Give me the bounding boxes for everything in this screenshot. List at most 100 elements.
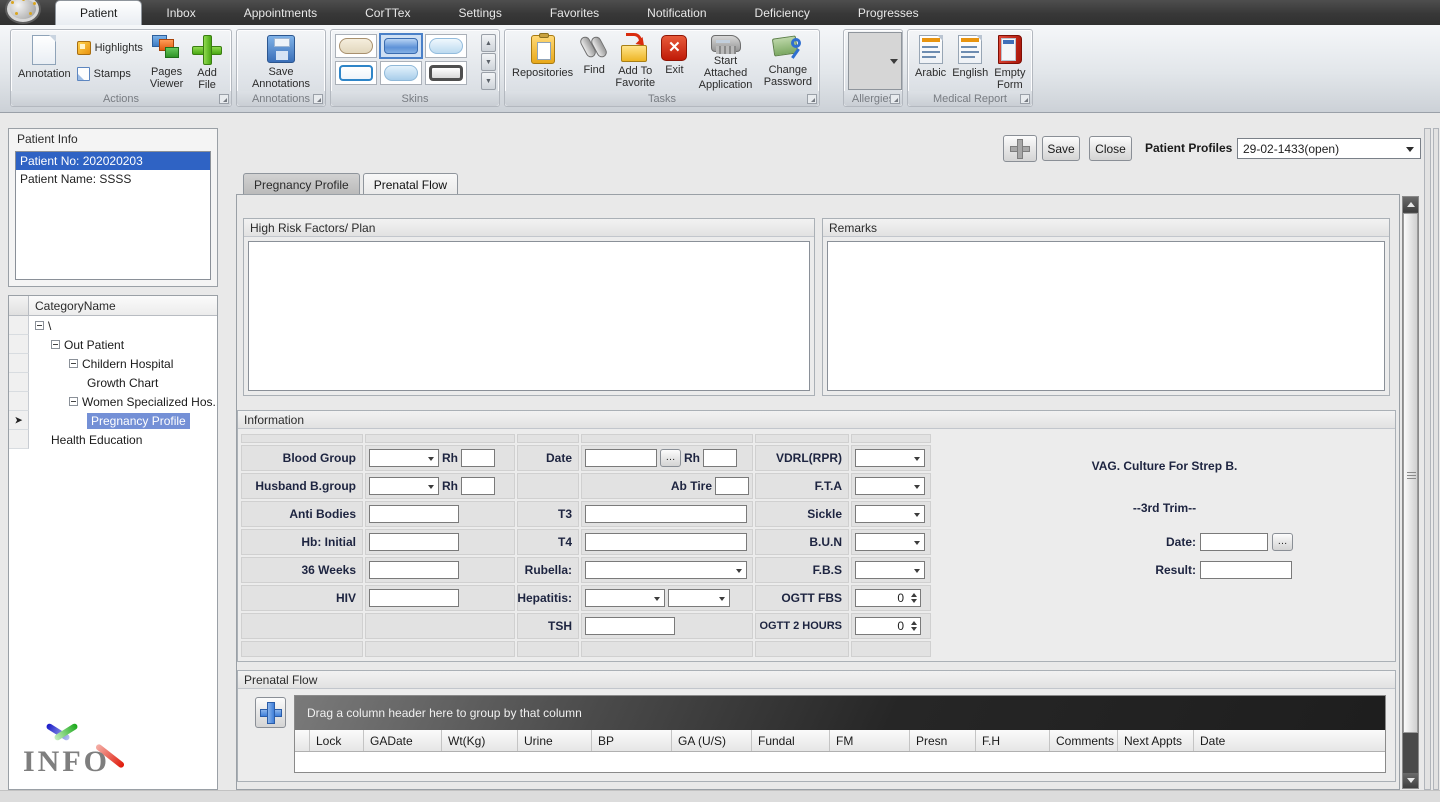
empty-form-button[interactable]: Empty Form	[991, 33, 1028, 93]
tab-patient[interactable]: Patient	[55, 0, 142, 25]
collapse-icon[interactable]	[51, 340, 60, 349]
hiv-input[interactable]	[369, 589, 459, 607]
medical-report-dialog-launcher[interactable]	[1020, 94, 1030, 104]
column-next-appts[interactable]: Next Appts	[1118, 730, 1194, 751]
hepatitis-select-1[interactable]	[585, 589, 665, 607]
spin-down-icon[interactable]	[911, 599, 917, 603]
tree-item-health-education[interactable]: Health Education	[29, 430, 217, 449]
allergies-dropdown[interactable]	[848, 32, 902, 90]
date-input[interactable]	[585, 449, 657, 467]
tree-item-growth-chart[interactable]: Growth Chart	[29, 373, 217, 392]
patient-name-row[interactable]: Patient Name: SSSS	[16, 170, 210, 188]
column-wtkg[interactable]: Wt(Kg)	[442, 730, 518, 751]
add-to-favorite-button[interactable]: Add To Favorite	[612, 33, 658, 93]
spin-up-icon[interactable]	[911, 621, 917, 625]
collapse-icon[interactable]	[69, 397, 78, 406]
vag-result-input[interactable]	[1200, 561, 1292, 579]
anti-bodies-input[interactable]	[369, 505, 459, 523]
tab-progresses[interactable]: Progresses	[834, 0, 943, 25]
column-presn[interactable]: Presn	[910, 730, 976, 751]
fta-select[interactable]	[855, 477, 925, 495]
add-profile-button[interactable]	[1003, 135, 1037, 162]
allergies-dialog-launcher[interactable]	[890, 94, 900, 104]
tree-item-women-specialized[interactable]: Women Specialized Hos...	[29, 392, 217, 411]
annotations-dialog-launcher[interactable]	[313, 94, 323, 104]
skin-swatch-dark[interactable]	[425, 61, 467, 85]
column-urine[interactable]: Urine	[518, 730, 592, 751]
save-button[interactable]: Save	[1042, 136, 1080, 161]
tree-item-root[interactable]: \	[29, 316, 217, 335]
add-prenatal-row-button[interactable]	[255, 697, 286, 728]
fbs-select[interactable]	[855, 561, 925, 579]
arabic-report-button[interactable]: Arabic	[912, 33, 949, 93]
group-by-band[interactable]: Drag a column header here to group by th…	[295, 696, 1385, 730]
husband-rh-input[interactable]	[461, 477, 495, 495]
date-picker-button[interactable]: …	[660, 449, 681, 467]
find-button[interactable]: Find	[576, 33, 612, 93]
column-comments[interactable]: Comments	[1050, 730, 1118, 751]
vag-date-input[interactable]	[1200, 533, 1268, 551]
rubella-select[interactable]	[585, 561, 747, 579]
actions-dialog-launcher[interactable]	[219, 94, 229, 104]
pages-viewer-button[interactable]: Pages Viewer	[146, 33, 187, 93]
tab-notification[interactable]: Notification	[623, 0, 730, 25]
change-password-button[interactable]: Change Password	[761, 33, 815, 93]
column-fh[interactable]: F.H	[976, 730, 1050, 751]
patient-profiles-select[interactable]: 29-02-1433(open)	[1237, 138, 1421, 159]
tab-appointments[interactable]: Appointments	[220, 0, 341, 25]
t3-input[interactable]	[585, 505, 747, 523]
vag-date-picker-button[interactable]: …	[1272, 533, 1293, 551]
collapse-icon[interactable]	[35, 321, 44, 330]
skin-swatch-lightblue[interactable]	[425, 34, 467, 58]
ogtt-fbs-spinner[interactable]: 0	[855, 589, 921, 607]
tsh-input[interactable]	[585, 617, 675, 635]
skin-swatch-blue-selected[interactable]	[380, 34, 422, 58]
vdrl-select[interactable]	[855, 449, 925, 467]
spin-down-icon[interactable]	[911, 627, 917, 631]
column-bp[interactable]: BP	[592, 730, 672, 751]
column-fm[interactable]: FM	[830, 730, 910, 751]
tree-item-pregnancy-profile[interactable]: Pregnancy Profile	[29, 411, 217, 430]
column-fundal[interactable]: Fundal	[752, 730, 830, 751]
category-column-header[interactable]: CategoryName	[29, 296, 217, 315]
bun-select[interactable]	[855, 533, 925, 551]
repositories-button[interactable]: Repositories	[509, 33, 576, 93]
column-gadate[interactable]: GADate	[364, 730, 442, 751]
skin-swatch-caramel[interactable]	[335, 34, 377, 58]
highlights-button[interactable]: Highlights	[74, 39, 146, 57]
blood-group-select[interactable]	[369, 449, 439, 467]
tab-favorites[interactable]: Favorites	[526, 0, 623, 25]
high-risk-textarea[interactable]	[248, 241, 810, 391]
tab-settings[interactable]: Settings	[434, 0, 525, 25]
english-report-button[interactable]: English	[949, 33, 991, 93]
skins-scroll-up-button[interactable]: ▲	[481, 34, 496, 52]
exit-button[interactable]: ✕ Exit	[658, 33, 690, 93]
scroll-down-button[interactable]	[1403, 773, 1418, 788]
hepatitis-select-2[interactable]	[668, 589, 730, 607]
scrollbar-thumb[interactable]	[1403, 213, 1418, 733]
close-button[interactable]: Close	[1089, 136, 1132, 161]
blood-group-rh-input[interactable]	[461, 449, 495, 467]
patient-no-row[interactable]: Patient No: 202020203	[16, 152, 210, 170]
hb-initial-input[interactable]	[369, 533, 459, 551]
skin-swatch-white[interactable]	[335, 61, 377, 85]
ab-tire-input[interactable]	[715, 477, 749, 495]
content-vertical-scrollbar[interactable]	[1402, 196, 1419, 789]
tree-item-out-patient[interactable]: Out Patient	[29, 335, 217, 354]
column-date[interactable]: Date	[1194, 730, 1385, 751]
save-annotations-button[interactable]: Save Annotations	[241, 33, 321, 93]
husband-bgroup-select[interactable]	[369, 477, 439, 495]
app-logo-icon[interactable]	[5, 0, 41, 24]
sickle-select[interactable]	[855, 505, 925, 523]
start-attached-application-button[interactable]: Start Attached Application	[690, 33, 760, 93]
t4-input[interactable]	[585, 533, 747, 551]
skins-scroll-down-button[interactable]: ▼	[481, 53, 496, 71]
tab-inbox[interactable]: Inbox	[142, 0, 219, 25]
remarks-textarea[interactable]	[827, 241, 1385, 391]
column-lock[interactable]: Lock	[310, 730, 364, 751]
tab-deficiency[interactable]: Deficiency	[731, 0, 834, 25]
tab-prenatal-flow[interactable]: Prenatal Flow	[363, 173, 458, 196]
stamps-button[interactable]: Stamps	[74, 65, 146, 83]
tasks-dialog-launcher[interactable]	[807, 94, 817, 104]
add-file-button[interactable]: Add File	[187, 33, 227, 93]
